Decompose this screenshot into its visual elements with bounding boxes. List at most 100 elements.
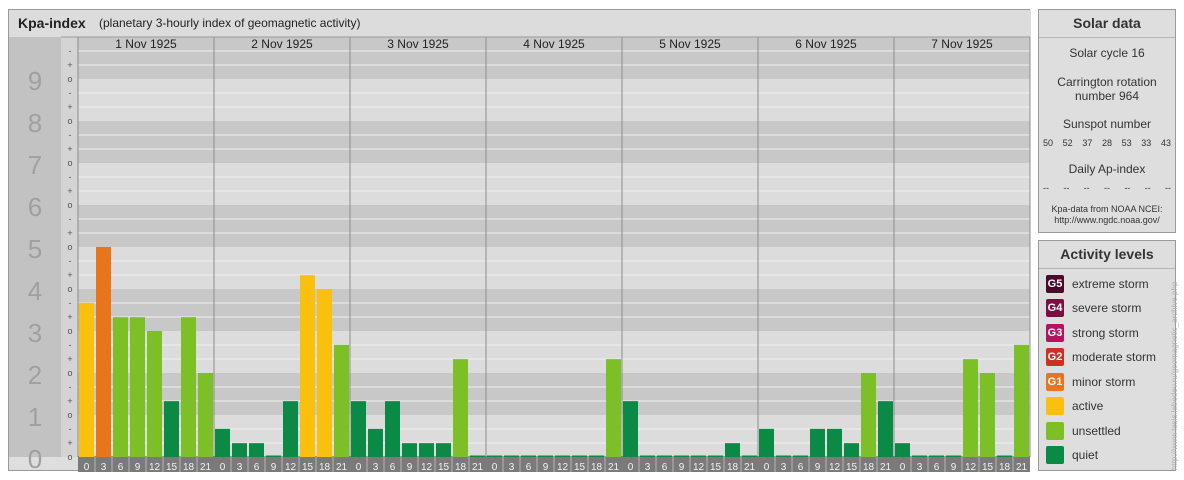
minor-tick-label: +	[67, 228, 72, 238]
minor-tick-label: +	[67, 396, 72, 406]
day-label: 2 Nov 1925	[251, 37, 313, 51]
interval-start-label: 0	[356, 462, 362, 472]
interval-start-label: 9	[679, 462, 685, 472]
y-tick-label: 3	[28, 318, 42, 348]
minor-tick-label: o	[67, 410, 72, 420]
interval-start-label: 15	[574, 462, 586, 472]
activity-levels-panel: Activity levels G5 extreme storm G4 seve…	[1038, 240, 1176, 471]
minor-tick-label: -	[69, 130, 72, 140]
chart-title: Kpa-index	[18, 15, 86, 31]
interval-start-label: 15	[302, 462, 314, 472]
interval-start-label: 21	[880, 462, 892, 472]
ap-value: --	[1124, 183, 1131, 193]
minor-tick-label: o	[67, 326, 72, 336]
kp-bar	[674, 455, 689, 457]
legend-label: strong storm	[1072, 326, 1139, 340]
interval-start-label: 9	[135, 462, 141, 472]
legend-label: extreme storm	[1072, 277, 1149, 291]
kp-bar	[300, 275, 315, 457]
interval-start-label: 18	[999, 462, 1011, 472]
minor-tick-label: -	[69, 214, 72, 224]
minor-tick-label: o	[67, 368, 72, 378]
minor-tick-label: +	[67, 186, 72, 196]
interval-start-label: 12	[557, 462, 569, 472]
interval-start-label: 21	[336, 462, 348, 472]
kp-bar	[283, 401, 298, 457]
kp-bar	[198, 373, 213, 457]
kp-bar	[113, 317, 128, 457]
interval-start-label: 6	[118, 462, 124, 472]
carrington-rotation-number: number 964	[1074, 89, 1140, 103]
interval-start-label: 6	[254, 462, 260, 472]
kp-level-band	[78, 205, 1030, 247]
kp-bar	[215, 428, 230, 457]
interval-start-label: 18	[591, 462, 603, 472]
sunspot-value: 28	[1101, 138, 1112, 148]
kp-bar	[623, 401, 638, 457]
ap-value: --	[1144, 183, 1151, 193]
kp-level-band	[78, 121, 1030, 163]
kp-bar	[810, 428, 825, 457]
sunspot-value: 53	[1121, 138, 1132, 148]
interval-start-label: 0	[84, 462, 90, 472]
minor-tick-label: o	[67, 242, 72, 252]
kp-bar	[589, 455, 604, 457]
legend-swatch-active	[1046, 397, 1064, 415]
interval-start-label: 18	[727, 462, 739, 472]
kp-bar	[436, 443, 451, 457]
y-tick-label: 2	[28, 360, 42, 390]
day-label: 7 Nov 1925	[931, 37, 993, 51]
kp-bar	[640, 455, 655, 457]
minor-tick-label: o	[67, 74, 72, 84]
minor-tick-label: +	[67, 438, 72, 448]
interval-start-label: 12	[149, 462, 161, 472]
legend-swatch-quiet	[1046, 446, 1064, 464]
y-tick-label: 7	[28, 150, 42, 180]
minor-tick-label: +	[67, 270, 72, 280]
interval-start-label: 6	[662, 462, 668, 472]
legend-label: active	[1072, 399, 1104, 413]
solar-data-heading: Solar data	[1039, 10, 1175, 38]
kp-bar	[249, 443, 264, 457]
legend-item-active: active	[1046, 396, 1103, 416]
minor-tick-label: -	[69, 298, 72, 308]
kp-bar	[963, 359, 978, 457]
kp-bar	[538, 455, 553, 457]
solar-data-panel: Solar data Solar cycle 16 Carrington rot…	[1038, 9, 1176, 233]
legend-swatch-g3: G3	[1046, 324, 1064, 342]
minor-tick-label: +	[67, 144, 72, 154]
day-label: 4 Nov 1925	[523, 37, 585, 51]
kp-bar	[742, 455, 757, 457]
kp-bar	[521, 455, 536, 457]
interval-start-label: 0	[220, 462, 226, 472]
ap-value: --	[1043, 183, 1049, 193]
legend-item-extreme-storm: G5 extreme storm	[1046, 274, 1149, 294]
interval-start-label: 3	[645, 462, 651, 472]
interval-start-label: 21	[744, 462, 756, 472]
interval-start-label: 0	[628, 462, 634, 472]
kp-level-band	[78, 289, 1030, 331]
interval-start-label: 15	[438, 462, 450, 472]
interval-start-label: 0	[764, 462, 770, 472]
legend-item-unsettled: unsettled	[1046, 421, 1121, 441]
kp-bar	[997, 455, 1012, 457]
interval-start-label: 6	[934, 462, 940, 472]
y-tick-label: 5	[28, 234, 42, 264]
interval-start-label: 0	[900, 462, 906, 472]
activity-levels-heading: Activity levels	[1039, 241, 1175, 269]
interval-start-label: 9	[543, 462, 549, 472]
ap-value: --	[1103, 183, 1110, 193]
kp-bar	[232, 443, 247, 457]
interval-start-label: 6	[526, 462, 532, 472]
day-label: 1 Nov 1925	[115, 37, 177, 51]
interval-start-label: 3	[101, 462, 107, 472]
kp-bar	[402, 443, 417, 457]
sunspot-value: 52	[1062, 138, 1073, 148]
y-tick-label: 1	[28, 402, 42, 432]
kp-bar	[555, 455, 570, 457]
sunspot-number-label: Sunspot number	[1062, 117, 1152, 131]
interval-start-label: 18	[319, 462, 331, 472]
kp-bar	[844, 443, 859, 457]
interval-start-label: 6	[798, 462, 804, 472]
minor-tick-label: +	[67, 354, 72, 364]
